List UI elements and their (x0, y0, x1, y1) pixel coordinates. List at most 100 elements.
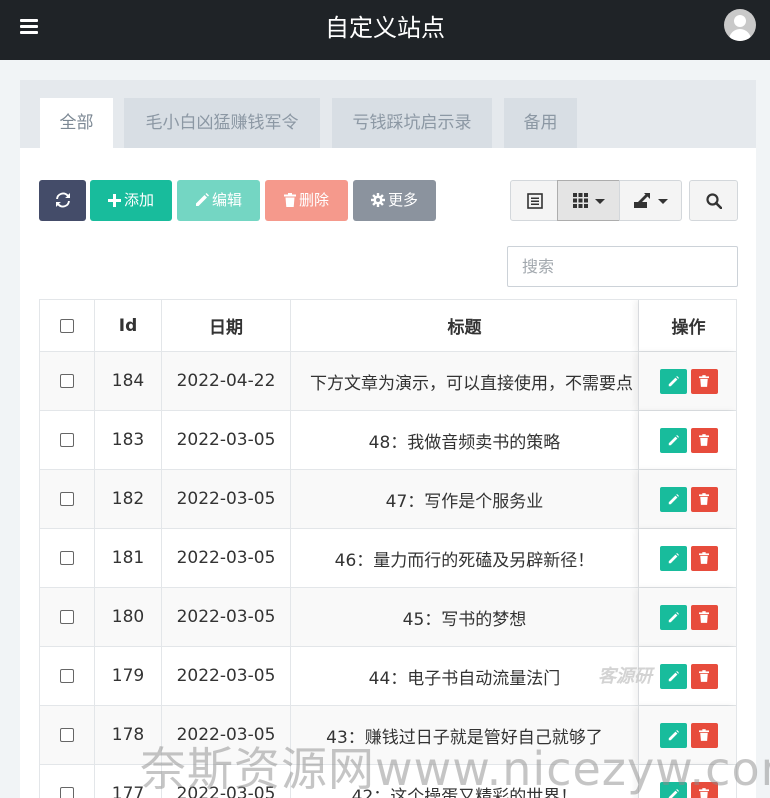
row-edit-button[interactable] (659, 368, 687, 394)
refresh-icon (55, 192, 70, 208)
edit-button[interactable]: 编辑 (177, 180, 260, 221)
row-edit-button[interactable] (659, 486, 687, 512)
row-title: 45：写书的梦想 (402, 609, 527, 630)
column-header-title[interactable]: 标题 (291, 300, 639, 351)
row-checkbox[interactable] (60, 433, 74, 447)
search-input[interactable] (507, 246, 738, 287)
row-select-cell (40, 470, 95, 528)
tab-category-2[interactable]: 亏钱踩坑启示录 (332, 98, 492, 148)
column-header-id[interactable]: Id (95, 300, 162, 351)
row-checkbox[interactable] (60, 492, 74, 506)
row-title: 44：电子书自动流量法门 (368, 668, 561, 689)
search-icon (706, 193, 722, 209)
row-title-cell: 44：电子书自动流量法门 (291, 647, 639, 705)
row-checkbox[interactable] (60, 787, 74, 798)
table-row[interactable]: 181 2022-03-05 46：量力而行的死磕及另辟新径！ (40, 529, 736, 588)
row-delete-button[interactable] (690, 604, 718, 630)
row-actions (639, 529, 736, 587)
plus-icon (107, 194, 121, 207)
row-delete-button[interactable] (690, 663, 718, 689)
row-title-cell: 48：我做音频卖书的策略 (291, 411, 639, 469)
pencil-icon (195, 193, 209, 206)
add-button[interactable]: 添加 (90, 180, 172, 221)
row-title-cell: 下方文章为演示，可以直接使用，不需要点 (291, 352, 639, 410)
row-checkbox[interactable] (60, 669, 74, 683)
table-row[interactable]: 182 2022-03-05 47：写作是个服务业 (40, 470, 736, 529)
watermark-small: 客源研 (598, 666, 652, 687)
user-avatar[interactable] (724, 9, 756, 41)
more-button-label: 更多 (387, 191, 418, 209)
export-icon (634, 193, 650, 208)
pencil-icon (668, 375, 679, 386)
tab-all[interactable]: 全部 (40, 98, 113, 148)
select-all-checkbox[interactable] (60, 318, 74, 333)
trash-icon (699, 434, 709, 446)
search-toggle-button[interactable] (689, 180, 738, 221)
select-all-cell (40, 300, 95, 351)
tab-bar: 全部 毛小白凶猛赚钱军令 亏钱踩坑启示录 备用 (20, 80, 756, 148)
row-select-cell (40, 352, 95, 410)
row-id: 182 (95, 470, 162, 528)
trash-icon (699, 552, 709, 564)
row-checkbox[interactable] (60, 728, 74, 742)
column-header-actions: 操作 (639, 300, 736, 351)
watermark-large: 奈斯资源网www.nicezyw.com (140, 742, 770, 796)
trash-icon (699, 670, 709, 682)
delete-button-label: 删除 (298, 191, 329, 209)
row-title: 48：我做音频卖书的策略 (368, 432, 561, 453)
gear-icon (370, 193, 385, 207)
column-header-date[interactable]: 日期 (162, 300, 291, 351)
row-delete-button[interactable] (690, 486, 718, 512)
row-delete-button[interactable] (690, 427, 718, 453)
trash-icon (699, 611, 709, 623)
row-id: 180 (95, 588, 162, 646)
data-table: Id 日期 标题 操作 184 2022-04-22 下方文章为演示，可以直接使用，… (39, 299, 737, 798)
row-edit-button[interactable] (659, 604, 687, 630)
refresh-button[interactable] (39, 180, 86, 221)
row-title-cell: 45：写书的梦想 (291, 588, 639, 646)
columns-dropdown-button[interactable] (557, 180, 620, 221)
trash-icon (283, 193, 296, 207)
delete-button[interactable]: 删除 (265, 180, 348, 221)
row-checkbox[interactable] (60, 374, 74, 388)
row-checkbox[interactable] (60, 551, 74, 565)
more-button[interactable]: 更多 (353, 180, 436, 221)
trash-icon (699, 493, 709, 505)
row-title-cell: 46：量力而行的死磕及另辟新径！ (291, 529, 639, 587)
row-select-cell (40, 765, 95, 798)
row-select-cell (40, 706, 95, 764)
tab-category-1[interactable]: 毛小白凶猛赚钱军令 (124, 98, 320, 148)
edit-button-label: 编辑 (211, 191, 242, 209)
row-actions (639, 470, 736, 528)
row-actions (639, 352, 736, 410)
row-id: 179 (95, 647, 162, 705)
row-select-cell (40, 529, 95, 587)
list-view-icon (527, 193, 543, 209)
table-row[interactable]: 184 2022-04-22 下方文章为演示，可以直接使用，不需要点 (40, 352, 736, 411)
row-edit-button[interactable] (659, 663, 687, 689)
page-title: 自定义站点 (325, 14, 445, 42)
pencil-icon (668, 552, 679, 563)
row-select-cell (40, 411, 95, 469)
row-edit-button[interactable] (659, 427, 687, 453)
row-delete-button[interactable] (690, 368, 718, 394)
row-edit-button[interactable] (659, 545, 687, 571)
row-date: 2022-04-22 (162, 352, 291, 410)
table-row[interactable]: 183 2022-03-05 48：我做音频卖书的策略 (40, 411, 736, 470)
row-date: 2022-03-05 (162, 647, 291, 705)
row-title-cell: 47：写作是个服务业 (291, 470, 639, 528)
add-button-label: 添加 (123, 191, 154, 209)
row-date: 2022-03-05 (162, 529, 291, 587)
row-date: 2022-03-05 (162, 588, 291, 646)
row-actions (639, 588, 736, 646)
chevron-down-icon (595, 199, 605, 204)
content-panel: 全部 毛小白凶猛赚钱军令 亏钱踩坑启示录 备用 添加 编辑 删除 更多 Id 日… (20, 80, 756, 798)
row-delete-button[interactable] (690, 545, 718, 571)
tab-category-3[interactable]: 备用 (504, 98, 577, 148)
grid-icon (573, 193, 588, 208)
list-view-button[interactable] (510, 180, 558, 221)
export-dropdown-button[interactable] (619, 180, 682, 221)
table-row[interactable]: 180 2022-03-05 45：写书的梦想 (40, 588, 736, 647)
row-actions (639, 411, 736, 469)
row-checkbox[interactable] (60, 610, 74, 624)
